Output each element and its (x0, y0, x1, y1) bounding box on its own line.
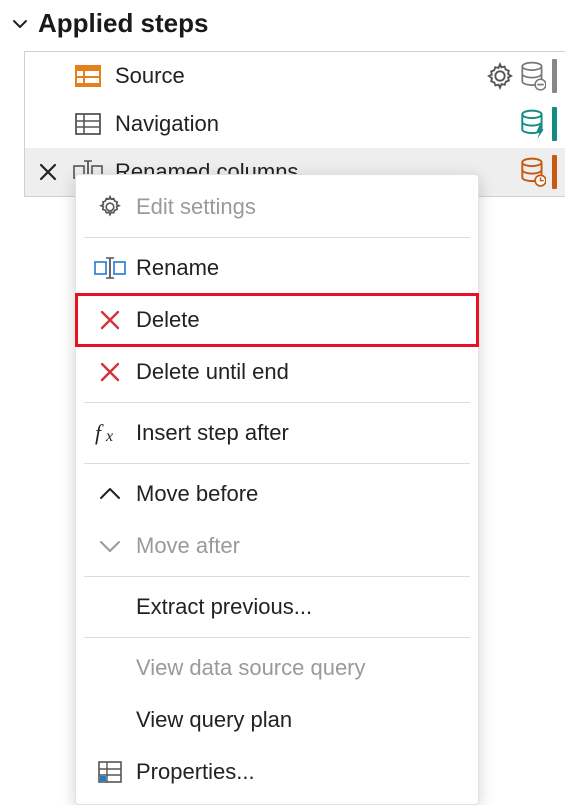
menu-label: Insert step after (136, 420, 289, 446)
blank-icon (88, 592, 132, 622)
table-grid-icon (73, 109, 103, 139)
gear-icon[interactable] (486, 62, 514, 90)
status-bar (552, 59, 557, 93)
database-bolt-icon (520, 109, 546, 139)
delete-step-button[interactable] (37, 161, 59, 183)
menu-move-after[interactable]: Move after (76, 520, 478, 572)
status-bar (552, 107, 557, 141)
database-icon (520, 61, 546, 91)
applied-steps-header[interactable]: Applied steps (0, 0, 581, 45)
menu-delete[interactable]: Delete (76, 294, 478, 346)
menu-label: View data source query (136, 655, 366, 681)
menu-separator (84, 402, 470, 403)
chevron-down-icon (12, 16, 28, 32)
menu-rename[interactable]: Rename (76, 242, 478, 294)
step-navigation[interactable]: Navigation (25, 100, 565, 148)
menu-label: Delete until end (136, 359, 289, 385)
context-menu: Edit settings Rename Delete Delete until… (75, 174, 479, 805)
blank-icon (88, 705, 132, 735)
svg-text:f: f (95, 420, 104, 445)
menu-separator (84, 237, 470, 238)
menu-properties[interactable]: Properties... (76, 746, 478, 798)
menu-edit-settings[interactable]: Edit settings (76, 181, 478, 233)
menu-label: Properties... (136, 759, 255, 785)
svg-text:x: x (105, 428, 113, 445)
menu-delete-until-end[interactable]: Delete until end (76, 346, 478, 398)
properties-icon (88, 757, 132, 787)
menu-move-before[interactable]: Move before (76, 468, 478, 520)
menu-label: Rename (136, 255, 219, 281)
menu-label: Extract previous... (136, 594, 312, 620)
rename-icon (88, 253, 132, 283)
database-clock-icon (520, 157, 546, 187)
chevron-up-icon (88, 479, 132, 509)
menu-label: Delete (136, 307, 200, 333)
menu-separator (84, 576, 470, 577)
x-red-icon (88, 305, 132, 335)
menu-separator (84, 463, 470, 464)
menu-view-data-source-query[interactable]: View data source query (76, 642, 478, 694)
gear-icon (88, 192, 132, 222)
menu-view-query-plan[interactable]: View query plan (76, 694, 478, 746)
section-title: Applied steps (38, 8, 208, 39)
x-red-icon (88, 357, 132, 387)
menu-label: View query plan (136, 707, 292, 733)
menu-separator (84, 637, 470, 638)
blank-icon (88, 653, 132, 683)
menu-label: Edit settings (136, 194, 256, 220)
status-bar (552, 155, 557, 189)
step-label: Navigation (115, 111, 520, 137)
menu-insert-step-after[interactable]: f x Insert step after (76, 407, 478, 459)
step-label: Source (115, 63, 486, 89)
chevron-down-icon (88, 531, 132, 561)
menu-label: Move after (136, 533, 240, 559)
step-source[interactable]: Source (25, 52, 565, 100)
table-orange-icon (73, 61, 103, 91)
fx-icon: f x (88, 418, 132, 448)
menu-label: Move before (136, 481, 258, 507)
menu-extract-previous[interactable]: Extract previous... (76, 581, 478, 633)
